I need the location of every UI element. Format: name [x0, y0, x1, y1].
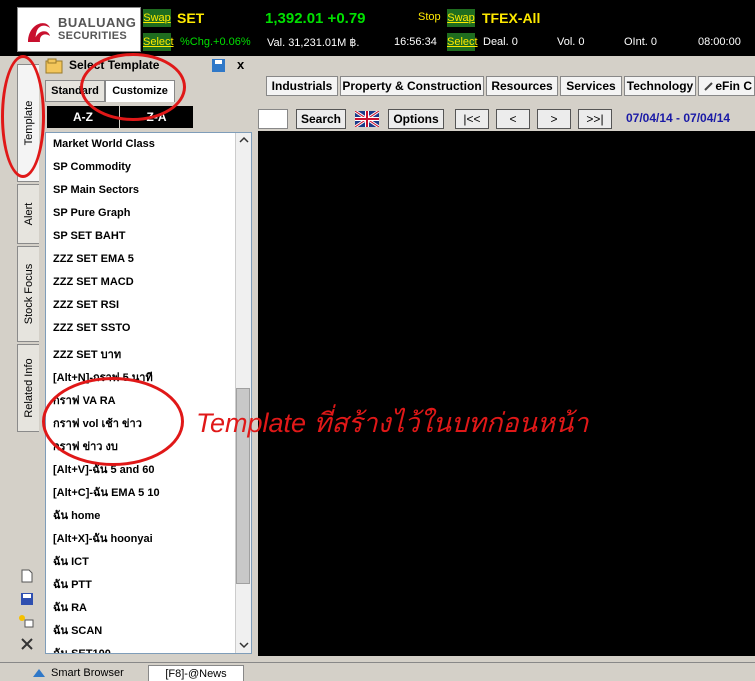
bualuang-logo-mark-icon [28, 23, 50, 42]
nav-last-button[interactable]: >>| [578, 109, 612, 129]
template-item[interactable]: ZZZ SET EMA 5 [53, 253, 134, 265]
scroll-down-icon[interactable] [239, 641, 249, 649]
vtab-related-info[interactable]: Related Info [17, 344, 39, 432]
set-price-change: 1,392.01 +0.79 [265, 10, 366, 27]
select-template-panel: Select Template x Standard Customize A-Z… [41, 56, 257, 656]
list-scrollbar[interactable] [235, 133, 251, 653]
template-item[interactable]: ZZZ SET SSTO [53, 322, 130, 334]
logo-text-line1: BUALUANG [58, 15, 137, 30]
tab-technology[interactable]: Technology [624, 76, 696, 96]
pencil-icon [704, 82, 713, 91]
template-item[interactable]: SP SET BAHT [53, 230, 126, 242]
logo-text-line2: SECURITIES [58, 30, 128, 42]
vtab-alert-label: Alert [22, 202, 35, 226]
template-item[interactable]: SP Main Sectors [53, 184, 139, 196]
symbol-search-input[interactable] [258, 109, 288, 129]
chart-area[interactable] [258, 131, 755, 656]
news-tab[interactable]: [F8]-@News [148, 665, 244, 681]
set-value: Val. 31,231.01M ฿. [267, 37, 360, 49]
template-item[interactable]: ฉัน RA [53, 598, 87, 616]
tab-industrials[interactable]: Industrials [266, 76, 338, 96]
template-item[interactable]: ฉัน home [53, 506, 100, 524]
tab-efin-label: eFin C [715, 79, 752, 93]
set-time: 16:56:34 [394, 36, 437, 48]
template-folder-icon [45, 58, 63, 74]
smart-browser-tab[interactable]: Smart Browser [51, 665, 124, 681]
search-button[interactable]: Search [296, 109, 346, 129]
panel-close-button[interactable]: x [237, 57, 244, 72]
template-item[interactable]: SP Commodity [53, 161, 131, 173]
tfex-time: 08:00:00 [698, 36, 741, 48]
set-pct-change: %Chg.+0.06% [180, 36, 251, 48]
vtab-related-info-label: Related Info [22, 358, 35, 418]
annotation-circle-template-items [42, 377, 184, 466]
template-item[interactable]: ฉัน ICT [53, 552, 89, 570]
market-ticker-bar: BUALUANG SECURITIES Swap Select SET 1,39… [0, 0, 755, 56]
scroll-up-icon[interactable] [239, 136, 249, 144]
template-item[interactable]: ZZZ SET MACD [53, 276, 134, 288]
panel-save-icon[interactable] [211, 58, 227, 73]
template-item[interactable]: ZZZ SET บาท [53, 345, 121, 363]
tfex-swap-button[interactable]: Swap [447, 9, 475, 27]
template-item[interactable]: ZZZ SET RSI [53, 299, 119, 311]
annotation-circle-customize-tab [80, 53, 186, 121]
template-item[interactable]: ฉัน PTT [53, 575, 92, 593]
tfex-symbol: TFEX-All [482, 10, 541, 26]
template-item[interactable]: Market World Class [53, 138, 155, 150]
save-icon[interactable] [20, 592, 34, 606]
delete-icon[interactable] [20, 637, 34, 651]
template-item[interactable]: [Alt+X]-ฉัน hoonyai [53, 529, 153, 547]
add-item-icon[interactable] [18, 614, 34, 628]
vtab-alert[interactable]: Alert [17, 184, 39, 244]
vtab-stock-focus[interactable]: Stock Focus [17, 246, 39, 342]
tab-efin[interactable]: eFin C [698, 76, 755, 96]
tab-resources[interactable]: Resources [486, 76, 558, 96]
tab-services[interactable]: Services [560, 76, 622, 96]
tfex-vol: Vol. 0 [557, 36, 585, 48]
set-swap-button[interactable]: Swap [143, 9, 171, 27]
tfex-select-button[interactable]: Select [447, 33, 478, 51]
tfex-oint: OInt. 0 [624, 36, 658, 48]
bottom-taskbar: Smart Browser [F8]-@News [0, 662, 755, 681]
template-item[interactable]: ฉัน SET100 [53, 644, 111, 653]
smart-browser-icon [33, 669, 45, 677]
set-select-button[interactable]: Select [143, 33, 174, 51]
english-flag-icon[interactable] [355, 111, 379, 127]
new-document-icon[interactable] [20, 569, 34, 583]
template-item[interactable]: ฉัน SCAN [53, 621, 102, 639]
nav-prev-button[interactable]: < [496, 109, 530, 129]
nav-first-button[interactable]: |<< [455, 109, 489, 129]
annotation-text: Template ที่สร้างไว้ในบทก่อนหน้า [196, 408, 589, 438]
bualuang-logo: BUALUANG SECURITIES [17, 7, 141, 52]
chart-toolbar: Search Options |<< < > >>| 07/04/14 - 07… [258, 103, 755, 131]
tfex-deal: Deal. 0 [483, 36, 518, 48]
set-symbol: SET [177, 10, 205, 26]
set-stop-label: Stop [418, 11, 441, 23]
template-item[interactable]: SP Pure Graph [53, 207, 130, 219]
vtab-stock-focus-label: Stock Focus [22, 263, 35, 325]
template-item[interactable]: [Alt+C]-ฉัน EMA 5 10 [53, 483, 160, 501]
nav-next-button[interactable]: > [537, 109, 571, 129]
annotation-circle-template-tab [1, 55, 45, 178]
options-button[interactable]: Options [388, 109, 444, 129]
category-tabs-row: Industrials Property & Construction Reso… [258, 76, 755, 96]
tab-property-construction[interactable]: Property & Construction [340, 76, 484, 96]
date-range: 07/04/14 - 07/04/14 [626, 111, 731, 125]
